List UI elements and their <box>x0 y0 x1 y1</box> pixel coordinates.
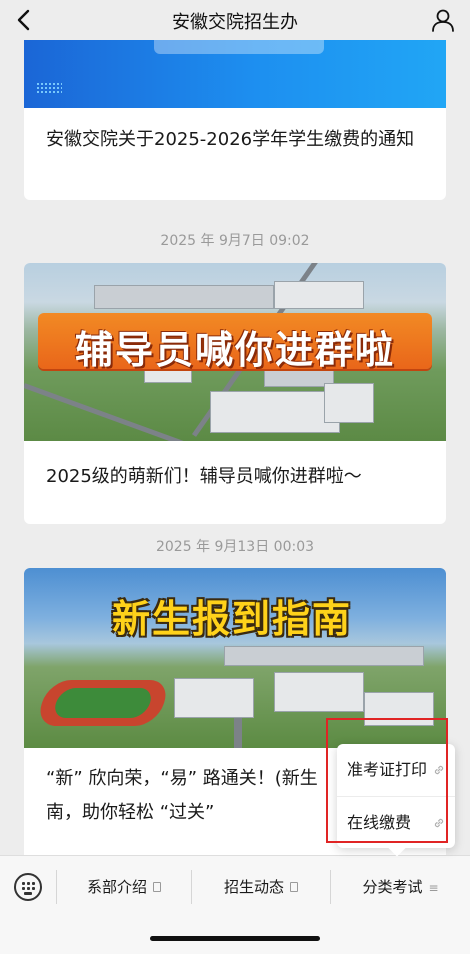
message-timestamp: 2025 年 9月13日 00:03 <box>155 539 315 555</box>
cover-banner-text: 辅导员喊你进群啦 <box>74 328 395 372</box>
article-title: 2025级的萌新们！辅导员喊你进群啦～ <box>46 466 362 487</box>
article-card[interactable]: 安徽交院关于2025-2026学年学生缴费的通知 <box>24 40 446 200</box>
keyboard-icon[interactable] <box>14 873 42 901</box>
highlight-box <box>326 718 448 843</box>
cover-banner: 辅导员喊你进群啦 <box>38 313 432 372</box>
top-nav-bar: 安徽交院招生办 <box>0 0 470 40</box>
article-cover-image: 辅导员喊你进群啦 <box>24 263 446 441</box>
cover-banner: 新生报到指南 <box>92 584 372 641</box>
article-cover-image <box>24 40 446 108</box>
sports-track <box>34 680 172 726</box>
menu-tab-label: 招生动态 <box>223 878 284 896</box>
article-title: 安徽交院关于2025-2026学年学生缴费的通知 <box>46 129 415 150</box>
bottom-menu-bar: 系部介绍 招生动态 分类考试 ≡ <box>0 855 470 917</box>
menu-tab-category-exam[interactable]: 分类考试 ≡ <box>331 856 470 918</box>
message-timestamp: 2025 年 9月7日 09:02 <box>160 233 310 249</box>
menu-tab-department-intro[interactable]: 系部介绍 <box>57 856 191 918</box>
page-icon <box>290 881 298 892</box>
cover-banner-text: 新生报到指南 <box>111 597 352 641</box>
menu-icon: ≡ <box>428 881 439 895</box>
menu-tab-admission-news[interactable]: 招生动态 <box>192 856 330 918</box>
home-indicator-area <box>0 917 470 954</box>
user-icon[interactable] <box>430 7 456 33</box>
page-icon <box>153 881 161 892</box>
menu-tab-label: 系部介绍 <box>86 878 147 896</box>
home-indicator[interactable] <box>150 936 320 941</box>
page-title: 安徽交院招生办 <box>172 12 298 33</box>
article-card[interactable]: 辅导员喊你进群啦 2025级的萌新们！辅导员喊你进群啦～ <box>24 263 446 524</box>
menu-tab-label: 分类考试 <box>362 878 423 896</box>
